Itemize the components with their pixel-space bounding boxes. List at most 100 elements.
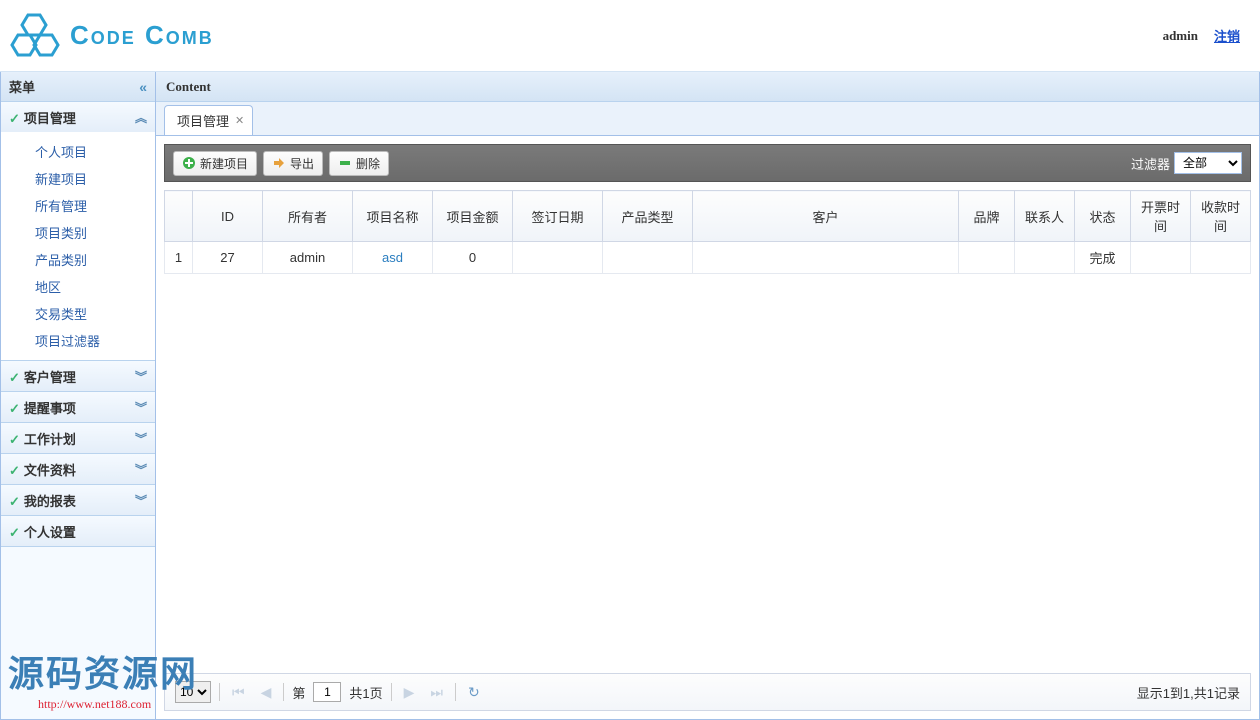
col-status[interactable]: 状态 xyxy=(1075,191,1131,242)
col-contact[interactable]: 联系人 xyxy=(1015,191,1075,242)
sidebar-item-region[interactable]: 地区 xyxy=(1,273,155,300)
button-label: 导出 xyxy=(290,155,314,172)
chevron-down-icon: ︾ xyxy=(135,430,147,447)
prev-page-icon[interactable]: ◀ xyxy=(257,684,276,701)
check-icon: ✓ xyxy=(9,111,20,126)
chevron-down-icon: ︾ xyxy=(135,399,147,416)
sidebar-section-label: 提醒事项 xyxy=(24,401,76,416)
data-grid: ID 所有者 项目名称 项目金额 签订日期 产品类型 客户 品牌 联系人 状态 … xyxy=(164,190,1251,274)
delete-icon xyxy=(338,156,352,170)
logo-icon xyxy=(8,11,64,61)
separator xyxy=(455,683,456,701)
filter-label: 过滤器 xyxy=(1131,154,1170,173)
sidebar-section-plan[interactable]: ✓工作计划︾ xyxy=(1,423,155,453)
pager-info: 显示1到1,共1记录 xyxy=(1137,683,1240,702)
table-header-row: ID 所有者 项目名称 项目金额 签订日期 产品类型 客户 品牌 联系人 状态 … xyxy=(165,191,1251,242)
watermark: 源码资源网 http://www.net188.com xyxy=(8,645,198,712)
sidebar-section-label: 文件资料 xyxy=(24,463,76,478)
logout-link[interactable]: 注销 xyxy=(1214,26,1240,45)
export-button[interactable]: 导出 xyxy=(263,151,323,176)
cell-contact xyxy=(1015,242,1075,274)
tab-close-icon[interactable]: ✕ xyxy=(235,114,244,127)
current-user: admin xyxy=(1163,28,1198,44)
page-prefix: 第 xyxy=(292,683,305,702)
col-id[interactable]: ID xyxy=(193,191,263,242)
col-name[interactable]: 项目名称 xyxy=(353,191,433,242)
col-prod-type[interactable]: 产品类型 xyxy=(603,191,693,242)
check-icon: ✓ xyxy=(9,525,20,540)
col-owner[interactable]: 所有者 xyxy=(263,191,353,242)
separator xyxy=(219,683,220,701)
cell-amount: 0 xyxy=(433,242,513,274)
sidebar-item-new-project[interactable]: 新建项目 xyxy=(1,165,155,192)
check-icon: ✓ xyxy=(9,432,20,447)
first-page-icon[interactable]: ⏮ xyxy=(228,684,249,701)
sidebar-item-project-filter[interactable]: 项目过滤器 xyxy=(1,327,155,354)
sidebar-section-settings[interactable]: ✓ 个人设置 xyxy=(1,516,155,546)
cell-prod-type xyxy=(603,242,693,274)
cell-status: 完成 xyxy=(1075,242,1131,274)
content-panel: Content 项目管理 ✕ 新建项目 导出 删除 过滤器 xyxy=(156,72,1260,720)
col-amount[interactable]: 项目金额 xyxy=(433,191,513,242)
collapse-sidebar-icon[interactable]: « xyxy=(139,79,147,95)
check-icon: ✓ xyxy=(9,463,20,478)
sidebar-section-reminder[interactable]: ✓ 提醒事项 ︾ xyxy=(1,392,155,422)
separator xyxy=(391,683,392,701)
pager: 10 ⏮ ◀ 第 共1页 ▶ ⏭ ↻ 显示1到1,共1记录 xyxy=(164,673,1251,711)
sidebar-section-project[interactable]: ✓项目管理 ︽ xyxy=(1,102,155,132)
watermark-text: 源码资源网 xyxy=(8,645,198,697)
check-icon: ✓ xyxy=(9,494,20,509)
sidebar-item-product-category[interactable]: 产品类别 xyxy=(1,246,155,273)
sidebar-item-all-manage[interactable]: 所有管理 xyxy=(1,192,155,219)
next-page-icon[interactable]: ▶ xyxy=(400,684,419,701)
sidebar-section-report[interactable]: ✓我的报表︾ xyxy=(1,485,155,515)
page-input[interactable] xyxy=(313,682,341,702)
sidebar-section-customer[interactable]: ✓ 客户管理 ︾ xyxy=(1,361,155,391)
cell-customer xyxy=(693,242,959,274)
sidebar-item-transaction-type[interactable]: 交易类型 xyxy=(1,300,155,327)
chevron-down-icon: ︾ xyxy=(135,492,147,509)
last-page-icon[interactable]: ⏭ xyxy=(426,684,447,701)
cell-rownum: 1 xyxy=(165,242,193,274)
table-row[interactable]: 1 27 admin asd 0 完成 xyxy=(165,242,1251,274)
sidebar-section-files[interactable]: ✓ 文件资料 ︾ xyxy=(1,454,155,484)
chevron-down-icon: ︾ xyxy=(135,461,147,478)
col-sign-date[interactable]: 签订日期 xyxy=(513,191,603,242)
sidebar-item-project-category[interactable]: 项目类别 xyxy=(1,219,155,246)
check-icon: ✓ xyxy=(9,401,20,416)
cell-id: 27 xyxy=(193,242,263,274)
tab-label: 项目管理 xyxy=(177,111,229,130)
filter-box: 过滤器 全部 xyxy=(1131,152,1242,174)
sidebar-item-personal-project[interactable]: 个人项目 xyxy=(1,138,155,165)
new-project-button[interactable]: 新建项目 xyxy=(173,151,257,176)
sidebar-section-label: 客户管理 xyxy=(24,370,76,385)
tab-project-manage[interactable]: 项目管理 ✕ xyxy=(164,105,253,135)
plus-icon xyxy=(182,156,196,170)
watermark-url: http://www.net188.com xyxy=(38,697,198,712)
toolbar: 新建项目 导出 删除 过滤器 全部 xyxy=(164,144,1251,182)
cell-owner: admin xyxy=(263,242,353,274)
sidebar-section-body: 个人项目 新建项目 所有管理 项目类别 产品类别 地区 交易类型 项目过滤器 xyxy=(1,132,155,360)
button-label: 删除 xyxy=(356,155,380,172)
refresh-icon[interactable]: ↻ xyxy=(464,684,484,701)
delete-button[interactable]: 删除 xyxy=(329,151,389,176)
chevron-down-icon: ︾ xyxy=(135,368,147,385)
cell-brand xyxy=(959,242,1015,274)
cell-invoice-time xyxy=(1131,242,1191,274)
col-brand[interactable]: 品牌 xyxy=(959,191,1015,242)
tab-bar: 项目管理 ✕ xyxy=(156,102,1259,136)
filter-select[interactable]: 全部 xyxy=(1174,152,1242,174)
col-invoice-time[interactable]: 开票时间 xyxy=(1131,191,1191,242)
col-pay-time[interactable]: 收款时间 xyxy=(1191,191,1251,242)
cell-pay-time xyxy=(1191,242,1251,274)
pages-total: 共1页 xyxy=(349,683,382,702)
export-icon xyxy=(272,156,286,170)
sidebar-section-label: 项目管理 xyxy=(24,111,76,126)
col-rownum[interactable] xyxy=(165,191,193,242)
col-customer[interactable]: 客户 xyxy=(693,191,959,242)
check-icon: ✓ xyxy=(9,370,20,385)
cell-name-link[interactable]: asd xyxy=(353,242,433,274)
button-label: 新建项目 xyxy=(200,155,248,172)
sidebar-section-label: 个人设置 xyxy=(24,525,76,540)
content-header: Content xyxy=(156,72,1259,102)
